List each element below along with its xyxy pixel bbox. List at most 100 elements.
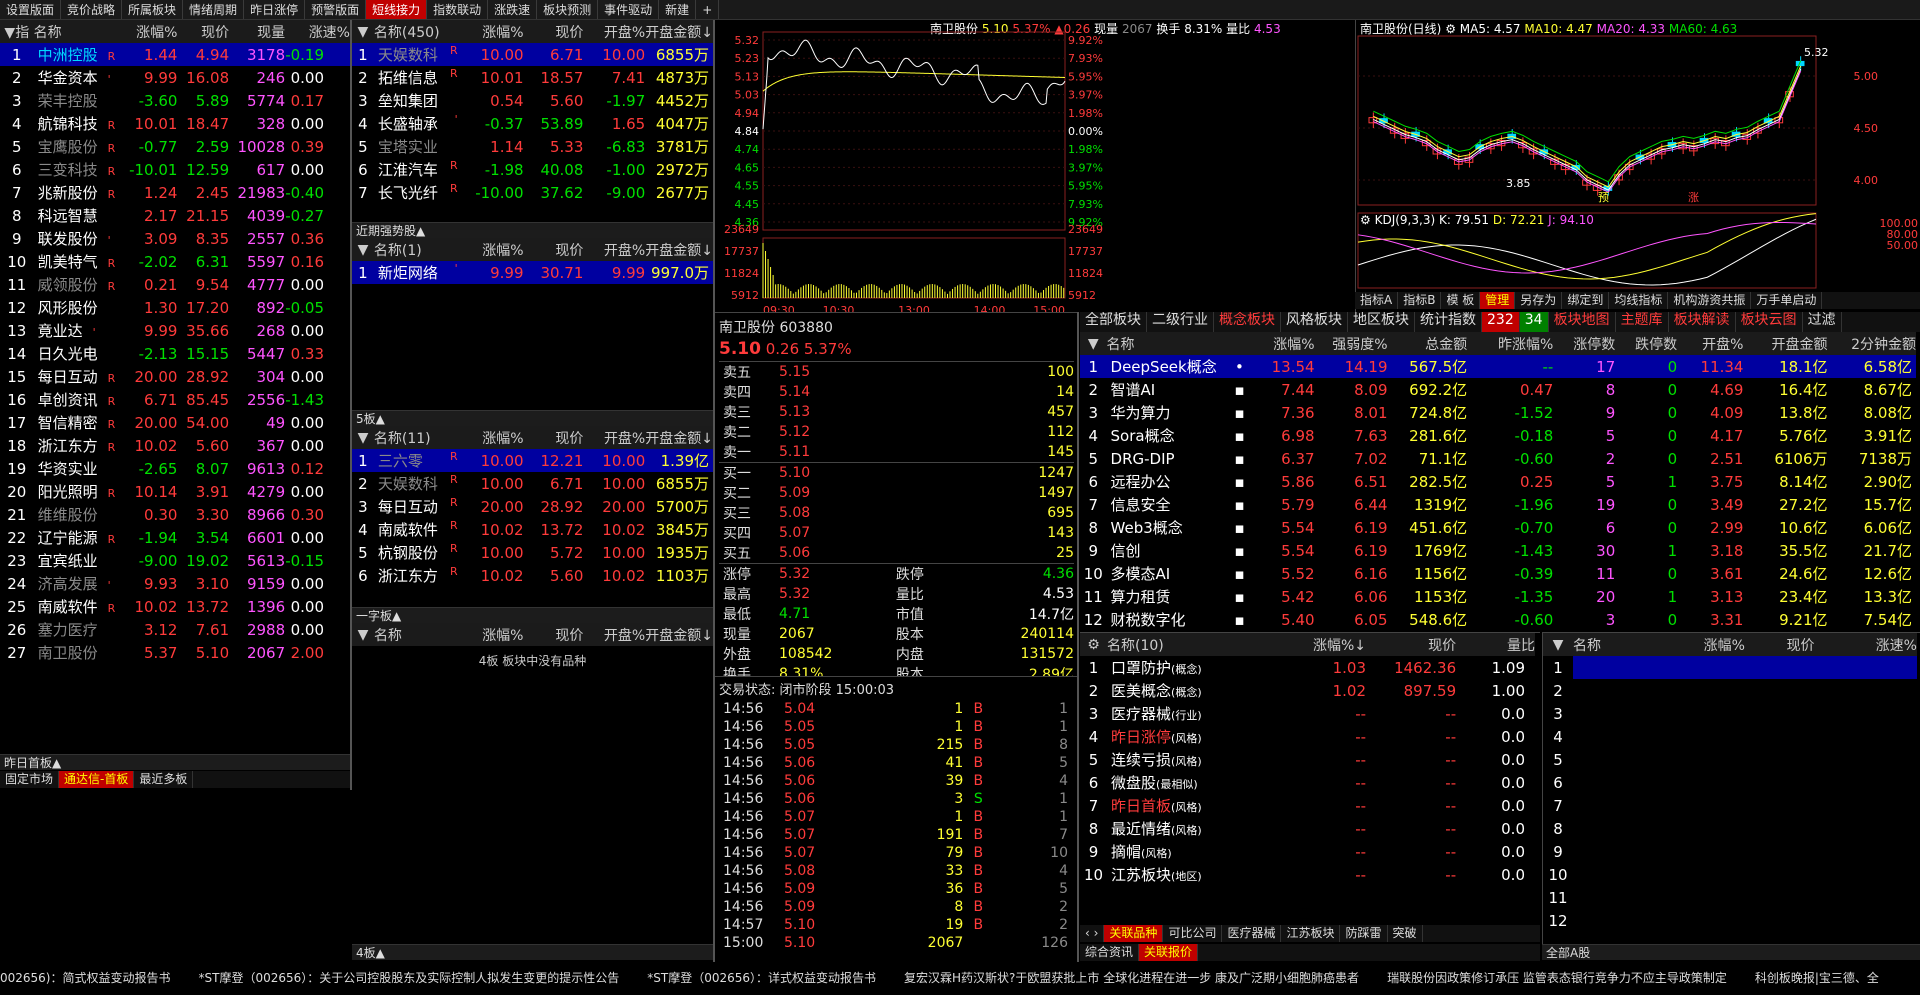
left-section-label[interactable]: 昨日首板▲: [0, 754, 350, 770]
menu-item[interactable]: 事件驱动: [598, 0, 660, 19]
stock-name-cell[interactable]: 卓创资讯 R: [34, 388, 116, 411]
news-item[interactable]: 科创板晚报|宝三德、全: [1755, 971, 1879, 985]
stock-name-cell[interactable]: 每日互动 R: [34, 365, 116, 388]
column-header[interactable]: 现价: [524, 426, 583, 449]
kline-tab[interactable]: 指标B: [1398, 292, 1442, 309]
stock-name-cell[interactable]: 长盛轴承 ': [374, 112, 464, 135]
stock-name[interactable]: 三变科技: [38, 161, 98, 179]
sector-tab[interactable]: 板块解读: [1669, 312, 1736, 332]
table-row[interactable]: 24 济高发展 ' 9.93 3.10 9159 0.00: [0, 572, 350, 595]
related-tab[interactable]: 医疗器械: [1222, 925, 1282, 942]
table-row[interactable]: 4 长盛轴承 ' -0.37 53.89 1.65 4047万: [352, 112, 713, 135]
stock-name-cell[interactable]: 竟业达 ': [34, 319, 116, 342]
column-header[interactable]: ▼: [352, 238, 374, 261]
stock-name-cell[interactable]: 新炬网络 ': [373, 261, 464, 284]
five-board-label[interactable]: 5板▲: [352, 410, 713, 426]
stock-name-cell[interactable]: 三变科技 R: [34, 158, 116, 181]
column-header[interactable]: 开盘金额↓: [645, 426, 713, 449]
sector-tab[interactable]: 地区板块: [1348, 312, 1415, 332]
column-header[interactable]: 名称(450): [374, 20, 464, 43]
gear-icon[interactable]: ⚙: [1360, 213, 1371, 227]
news-item[interactable]: 瑞联股份因政策修订承压 监管表态银行竞争力不应主导政策制定: [1387, 971, 1727, 985]
stock-name[interactable]: 中洲控股: [38, 46, 98, 64]
mini-row[interactable]: 1: [1543, 656, 1917, 679]
column-header[interactable]: 名称(11): [374, 426, 464, 449]
menu-item[interactable]: 情绪周期: [183, 0, 245, 19]
sector-name[interactable]: DRG-DIP: [1107, 447, 1229, 470]
column-header[interactable]: 开盘金额↓: [645, 623, 713, 646]
column-header[interactable]: ▼: [352, 426, 374, 449]
related-name[interactable]: 医疗器械: [1111, 705, 1171, 723]
table-row[interactable]: 2 华金资本 ' 9.99 16.08 246 0.00: [0, 66, 350, 89]
stock-name-cell[interactable]: 浙江东方 R: [34, 434, 116, 457]
related-name-cell[interactable]: 摘帽(风格): [1107, 840, 1253, 863]
mini-row[interactable]: 6: [1543, 771, 1917, 794]
sector-row[interactable]: 7 信息安全 ▪ 5.79 6.44 1319亿 -1.96 19 0 3.49 27.2亿 15.7…: [1080, 493, 1916, 516]
column-header[interactable]: 涨停数: [1553, 332, 1615, 355]
sector-tab[interactable]: 主题库: [1616, 312, 1669, 332]
menu-item[interactable]: +: [696, 0, 720, 19]
stock-name-cell[interactable]: 拓维信息 R: [374, 66, 464, 89]
stock-name[interactable]: 济高发展: [38, 575, 98, 593]
kline-tab[interactable]: 另存为: [1515, 292, 1563, 309]
related-tab[interactable]: 可比公司: [1163, 925, 1223, 942]
strong-stocks-label[interactable]: 近期强势股▲: [352, 222, 713, 238]
menu-item[interactable]: 设置版面: [0, 0, 62, 19]
stock-name[interactable]: 新炬网络: [378, 264, 438, 282]
stock-name[interactable]: 航锦科技: [38, 115, 98, 133]
related-row[interactable]: 7 昨日首板(风格) -- -- 0.0: [1080, 794, 1535, 817]
sector-row[interactable]: 6 远程办公 ▪ 5.86 6.51 282.5亿 0.25 5 1 3.75 8.14亿 2.90亿: [1080, 470, 1916, 493]
related-name[interactable]: 昨日涨停: [1111, 728, 1171, 746]
table-row[interactable]: 17 智信精密 R 20.00 54.00 49 0.00: [0, 411, 350, 434]
stock-name-cell[interactable]: 三六零 R: [373, 449, 464, 472]
related-name[interactable]: 连续亏损: [1111, 751, 1171, 769]
stock-name-cell[interactable]: 塞力医疗: [34, 618, 116, 641]
sort-icon[interactable]: ▼: [1543, 633, 1573, 656]
stock-name-cell[interactable]: 长飞光纤 R: [374, 181, 464, 204]
stock-name-cell[interactable]: 杭钢股份 R: [374, 541, 464, 564]
related-name[interactable]: 口罩防护: [1111, 659, 1171, 677]
sector-tab[interactable]: 全部板块: [1080, 312, 1147, 332]
related-name-cell[interactable]: 昨日涨停(风格): [1107, 725, 1253, 748]
stock-name[interactable]: 天娱数科: [378, 46, 438, 64]
sector-name[interactable]: Sora概念: [1107, 424, 1229, 447]
sector-row[interactable]: 9 信创 ▪ 5.54 6.19 1769亿 -1.43 30 1 3.18 35.5亿 21.7亿: [1080, 539, 1916, 562]
related-tab2[interactable]: 关联报价: [1139, 944, 1199, 961]
table-row[interactable]: 5 杭钢股份 R 10.00 5.72 10.00 1935万: [352, 541, 713, 564]
menu-item[interactable]: 预警版面: [305, 0, 367, 19]
stock-name-cell[interactable]: 日久光电: [34, 342, 116, 365]
column-header[interactable]: 现价: [524, 20, 583, 43]
stock-name[interactable]: 风形股份: [38, 299, 98, 317]
column-header[interactable]: 现量: [229, 20, 285, 43]
table-row[interactable]: 26 塞力医疗 3.12 7.61 2988 0.00: [0, 618, 350, 641]
stock-name[interactable]: 宜宾纸业: [38, 552, 98, 570]
column-header[interactable]: 名称: [1573, 633, 1642, 656]
related-name-cell[interactable]: 微盘股(最相似): [1107, 771, 1253, 794]
stock-name-cell[interactable]: 维维股份: [34, 503, 116, 526]
sector-name[interactable]: 远程办公: [1107, 470, 1229, 493]
related-name-cell[interactable]: 江苏板块(地区): [1107, 863, 1253, 886]
stock-name[interactable]: 华资实业: [38, 460, 98, 478]
table-row[interactable]: 23 宜宾纸业 -9.00 19.02 5613 -0.15: [0, 549, 350, 572]
column-header[interactable]: 强弱度%: [1315, 332, 1387, 355]
stock-name[interactable]: 兆新股份: [38, 184, 98, 202]
stock-name-cell[interactable]: 兆新股份 R: [34, 181, 116, 204]
related-name[interactable]: 摘帽: [1111, 843, 1141, 861]
related-row[interactable]: 2 医美概念(概念) 1.02 897.59 1.00: [1080, 679, 1535, 702]
stock-name[interactable]: 杭钢股份: [378, 544, 438, 562]
mini-row[interactable]: 7: [1543, 794, 1917, 817]
sector-tab[interactable]: 风格板块: [1281, 312, 1348, 332]
table-row[interactable]: 6 浙江东方 R 10.02 5.60 10.02 1103万: [352, 564, 713, 587]
stock-name[interactable]: 凯美特气: [38, 253, 98, 271]
mini-footer-label[interactable]: 全部A股: [1542, 944, 1920, 960]
stock-name-cell[interactable]: 中洲控股 R: [33, 43, 116, 66]
news-item[interactable]: 002656)：简式权益变动报告书: [0, 971, 171, 985]
sector-row[interactable]: 10 多模态AI ▪ 5.52 6.16 1156亿 -0.39 11 0 3.61 24.6亿 12…: [1080, 562, 1916, 585]
column-header[interactable]: 涨幅%: [1642, 633, 1745, 656]
stock-name[interactable]: 维维股份: [38, 506, 98, 524]
column-header[interactable]: 现价: [1366, 633, 1456, 656]
stock-name[interactable]: 联发股份: [38, 230, 98, 248]
stock-name-cell[interactable]: 威领股份 R: [34, 273, 116, 296]
column-header[interactable]: 开盘%: [1677, 332, 1743, 355]
stock-name-cell[interactable]: 航锦科技 R: [34, 112, 116, 135]
